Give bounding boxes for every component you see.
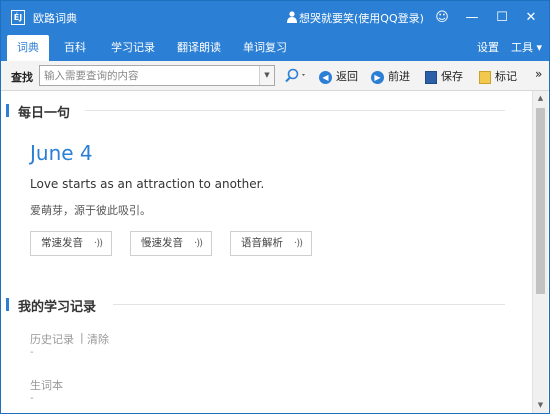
- tab-study-record[interactable]: 学习记录: [105, 35, 161, 61]
- clear-history-link[interactable]: 清除: [87, 331, 109, 347]
- search-history-dropdown[interactable]: ▼: [259, 66, 274, 85]
- user-icon: [287, 11, 297, 23]
- daily-sentence-title: 每日一句: [18, 106, 71, 121]
- history-label[interactable]: 历史记录: [30, 331, 74, 347]
- save-label: 保存: [441, 70, 463, 83]
- history-separator: |: [80, 331, 84, 344]
- slow-speed-label: 慢速发音: [141, 237, 183, 249]
- search-input[interactable]: [40, 66, 254, 85]
- toolbar: 查找 ▼ ◀ 返回 ▶ 前进 保存 标记 »: [1, 61, 549, 91]
- maximize-button[interactable]: ☐: [491, 7, 513, 29]
- vocabulary-book-value: -: [30, 393, 34, 404]
- bookmark-button[interactable]: 标记: [479, 68, 517, 84]
- daily-sentence-chinese: 爱萌芽，源于彼此吸引。: [30, 204, 151, 217]
- title-bar: ÉJ 欧路词典 想哭就要笑(使用QQ登录) ☺ — ☐ ✕: [1, 1, 549, 35]
- search-icon[interactable]: [284, 68, 308, 83]
- minimize-button[interactable]: —: [461, 7, 483, 29]
- tools-menu[interactable]: 工具 ▾: [511, 35, 542, 61]
- forward-label: 前进: [388, 70, 410, 83]
- app-title: 欧路词典: [33, 12, 77, 25]
- settings-menu[interactable]: 设置: [477, 35, 499, 61]
- tab-encyclopedia[interactable]: 百科: [57, 35, 93, 61]
- section-marker: [6, 298, 9, 311]
- speech-analysis-button[interactable]: 语音解析 ·)): [230, 231, 312, 256]
- study-record-title: 我的学习记录: [18, 300, 97, 315]
- search-box: ▼: [39, 65, 275, 86]
- forward-button[interactable]: ▶ 前进: [371, 68, 410, 84]
- back-arrow-icon: ◀: [319, 70, 332, 84]
- section-divider: [113, 304, 505, 305]
- scroll-down-arrow-icon[interactable]: ▼: [533, 398, 548, 413]
- speaker-wave-icon: ·)): [194, 238, 203, 249]
- content-panel: 每日一句 June 4 Love starts as an attraction…: [1, 91, 531, 413]
- daily-sentence-english: Love starts as an attraction to another.: [30, 177, 265, 191]
- section-divider: [85, 110, 505, 111]
- speaker-wave-icon: ·)): [294, 238, 303, 249]
- section-marker: [6, 104, 9, 117]
- slow-speed-audio-button[interactable]: 慢速发音 ·)): [130, 231, 212, 256]
- tab-bar: 词典 百科 学习记录 翻译朗读 单词复习 设置 工具 ▾: [1, 35, 549, 61]
- speech-analysis-label: 语音解析: [241, 237, 283, 249]
- close-button[interactable]: ✕: [520, 7, 542, 29]
- history-value: -: [30, 347, 34, 358]
- scroll-up-arrow-icon[interactable]: ▲: [533, 91, 548, 106]
- save-button[interactable]: 保存: [425, 68, 463, 84]
- back-button[interactable]: ◀ 返回: [319, 68, 358, 84]
- floppy-disk-icon: [425, 70, 437, 84]
- more-tools-button[interactable]: »: [535, 67, 542, 83]
- normal-speed-label: 常速发音: [41, 237, 83, 249]
- skin-icon[interactable]: ☺: [431, 7, 453, 29]
- forward-arrow-icon: ▶: [371, 70, 384, 84]
- tab-word-review[interactable]: 单词复习: [237, 35, 293, 61]
- app-logo-icon: ÉJ: [11, 10, 25, 25]
- speaker-wave-icon: ·)): [94, 238, 103, 249]
- daily-date: June 4: [30, 141, 93, 165]
- bookmark-note-icon: [479, 70, 491, 84]
- tab-translate-read[interactable]: 翻译朗读: [171, 35, 227, 61]
- normal-speed-audio-button[interactable]: 常速发音 ·)): [30, 231, 112, 256]
- bookmark-label: 标记: [495, 70, 517, 83]
- vertical-scrollbar[interactable]: ▲ ▼: [532, 91, 548, 413]
- main-window: ÉJ 欧路词典 想哭就要笑(使用QQ登录) ☺ — ☐ ✕ 词典 百科 学习记录…: [0, 0, 550, 414]
- search-label: 查找: [11, 71, 33, 84]
- vocabulary-book-label[interactable]: 生词本: [30, 377, 63, 393]
- user-login-label[interactable]: 想哭就要笑(使用QQ登录): [299, 10, 424, 26]
- back-label: 返回: [336, 70, 358, 83]
- scrollbar-thumb[interactable]: [536, 108, 545, 294]
- tab-dictionary[interactable]: 词典: [7, 35, 49, 61]
